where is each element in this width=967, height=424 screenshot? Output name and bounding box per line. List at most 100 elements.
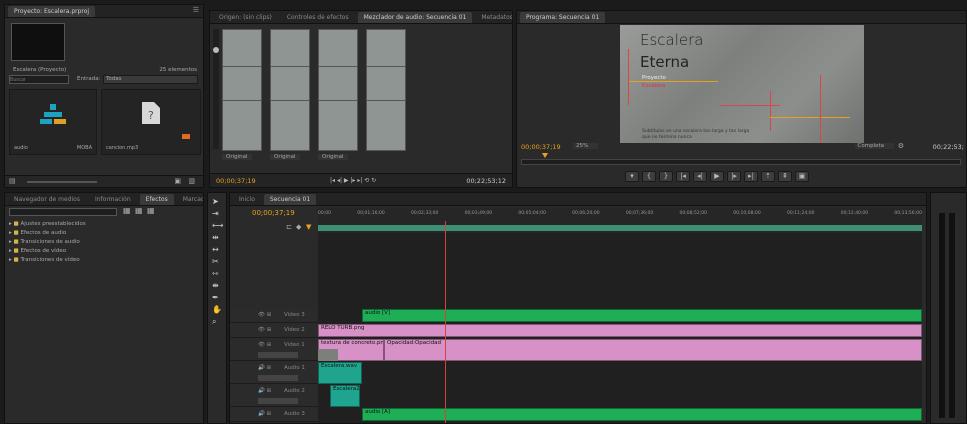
mixer-fader-strip[interactable] <box>213 29 219 149</box>
panel-menu-icon[interactable]: ☰ <box>193 6 199 14</box>
program-timecode[interactable]: 00;00;37;19 <box>521 143 561 151</box>
rate-stretch-tool-icon[interactable]: ↔ <box>212 245 223 254</box>
project-panel: Proyecto: Escalera.prproj ☰ Escalera (Pr… <box>4 4 204 188</box>
clip-label-icon <box>182 134 190 139</box>
playhead-icon[interactable] <box>542 153 548 158</box>
tools-panel: ➤ ⇥ ⟷ ⇹ ↔ ✂ ⇿ ⇼ ✒ ✋ ⌕ <box>207 192 227 424</box>
effects-folder[interactable]: ▸ ■ Transiciones de vídeo <box>9 257 86 266</box>
program-zoom-select[interactable]: 25% <box>573 143 599 149</box>
slide-tool-icon[interactable]: ⇼ <box>212 281 223 290</box>
clip-audio-2[interactable]: Escalera2 <box>330 385 360 407</box>
effects-folder[interactable]: ▸ ■ Ajustes preestablecidos <box>9 221 86 230</box>
accelerated-effects-icon[interactable]: ▦ <box>123 206 131 215</box>
timeline-playhead[interactable] <box>445 221 446 423</box>
tab-source[interactable]: Origen: (sin clips) <box>213 12 278 23</box>
caption-line1: Subtítulos en una escalera tan larga y t… <box>642 129 750 134</box>
lift-button[interactable]: ⇡ <box>761 171 775 182</box>
effects-folder[interactable]: ▸ ■ Efectos de audio <box>9 230 86 239</box>
tab-sequence[interactable]: Secuencia 01 <box>263 193 317 205</box>
delete-icon[interactable]: ▥ <box>188 177 195 185</box>
bin-item-name: audio <box>14 145 28 151</box>
work-area-bar[interactable] <box>318 225 922 231</box>
track-select-tool-icon[interactable]: ⇥ <box>212 209 223 218</box>
ruler-label: 00;13;56;00 <box>894 211 922 216</box>
yuv-effects-icon[interactable]: ▦ <box>147 206 155 215</box>
fader-knob[interactable] <box>213 47 219 53</box>
pen-tool-icon[interactable]: ✒ <box>212 293 223 302</box>
ruler-label: 00;10;08;00 <box>733 211 761 216</box>
channel-mode-select[interactable]: Original <box>222 154 252 160</box>
go-to-out-button[interactable]: ▸| <box>744 171 758 182</box>
project-search-input[interactable] <box>9 75 69 84</box>
ruler-label: 00;11;24;00 <box>786 211 815 216</box>
graphic-step-3 <box>770 117 850 118</box>
tab-info[interactable]: Información <box>89 194 137 205</box>
bin-item-cancion[interactable]: ? cancion.mp3 <box>101 89 201 155</box>
tab-home[interactable]: Inicio <box>233 194 261 205</box>
vu-meter-1 <box>222 29 262 151</box>
export-frame-button[interactable]: ▣ <box>795 171 809 182</box>
tools-list: ➤ ⇥ ⟷ ⇹ ↔ ✂ ⇿ ⇼ ✒ ✋ ⌕ <box>212 197 223 327</box>
settings-wrench-icon[interactable]: ⚙ <box>898 142 904 150</box>
tab-markers[interactable]: Marcadores <box>177 194 203 205</box>
tab-audio-mixer[interactable]: Mezclador de audio: Secuencia 01 <box>357 11 473 23</box>
play-button[interactable]: ▶ <box>710 171 724 182</box>
clip-audio-1[interactable]: Escalera.wav <box>318 362 362 384</box>
ruler-label: 00;07;36;00 <box>625 211 654 216</box>
tab-media-browser[interactable]: Navegador de medios <box>8 194 86 205</box>
tab-program[interactable]: Programa: Secuencia 01 <box>520 11 606 23</box>
channel-mode-select[interactable]: Original <box>270 154 300 160</box>
clip-video-1-b[interactable]: Opacidad:Opacidad <box>384 339 922 361</box>
project-footer: ▤ ▣ ▥ <box>5 175 203 187</box>
step-forward-button[interactable]: |▸ <box>727 171 741 182</box>
effects-search[interactable] <box>9 208 117 216</box>
mark-in-button[interactable]: { <box>642 171 656 182</box>
effects-panel: Navegador de medios Información Efectos … <box>4 192 204 424</box>
tab-effects[interactable]: Efectos <box>139 193 174 205</box>
effects-folder[interactable]: ▸ ■ Efectos de vídeo <box>9 248 86 257</box>
tab-effect-controls[interactable]: Controles de efectos <box>281 12 355 23</box>
program-scrubber[interactable] <box>521 153 961 165</box>
slip-tool-icon[interactable]: ⇿ <box>212 269 223 278</box>
project-thumbnail <box>11 23 65 61</box>
ruler-labels: 00;00 00;01;16;00 00;02;33;00 00;03;49;0… <box>318 211 922 216</box>
in-select[interactable]: Todas <box>103 75 198 84</box>
source-transport[interactable]: |◂ ◂| ▶ |▸ ▸| ⟲ ↻ <box>330 177 376 184</box>
zoom-tool-icon[interactable]: ⌕ <box>212 317 223 327</box>
effects-folder[interactable]: ▸ ■ Transiciones de audio <box>9 239 86 248</box>
list-view-icon[interactable]: ▤ <box>9 177 16 185</box>
step-back-button[interactable]: ◂| <box>693 171 707 182</box>
go-to-in-button[interactable]: |◂ <box>676 171 690 182</box>
graphic-step-2 <box>770 91 771 131</box>
clip-video-3[interactable]: audio [V] <box>362 309 922 322</box>
svg-text:?: ? <box>148 109 154 122</box>
tab-project[interactable]: Proyecto: Escalera.prproj <box>8 5 96 17</box>
timeline-ruler[interactable]: 00;00 00;01;16;00 00;02;33;00 00;03;49;0… <box>318 207 922 233</box>
add-marker-icon[interactable]: ◆ <box>296 223 301 231</box>
marker-button[interactable]: ▾ <box>625 171 639 182</box>
program-quality-select[interactable]: Completa <box>854 143 894 149</box>
razor-tool-icon[interactable]: ✂ <box>212 257 223 266</box>
program-viewer: Escalera Eterna Proyecto Escalera Subtít… <box>620 25 864 143</box>
rolling-edit-tool-icon[interactable]: ⇹ <box>212 233 223 242</box>
timeline-timecode[interactable]: 00;00;37;19 <box>252 209 295 217</box>
zoom-slider[interactable] <box>27 181 97 183</box>
32bit-effects-icon[interactable]: ▦ <box>135 206 143 215</box>
clip-audio-3[interactable]: audio [A] <box>362 408 922 421</box>
graphic-line-1 <box>628 81 718 82</box>
marker-icon[interactable]: ▼ <box>306 223 311 231</box>
ripple-edit-tool-icon[interactable]: ⟷ <box>212 221 223 230</box>
extract-button[interactable]: ⇞ <box>778 171 792 182</box>
snap-icon[interactable]: ⊏ <box>286 223 292 231</box>
hand-tool-icon[interactable]: ✋ <box>212 305 223 314</box>
clip-video-2[interactable]: RELO TURB.png <box>318 324 922 337</box>
source-timecode[interactable]: 00;00;37;19 <box>216 177 256 185</box>
channel-mode-select[interactable]: Original <box>318 154 348 160</box>
selection-tool-icon[interactable]: ➤ <box>212 197 223 206</box>
audio-mixer-panel: Origen: (sin clips) Controles de efectos… <box>209 10 513 188</box>
new-item-icon[interactable]: ▣ <box>174 177 181 185</box>
bin-item-audio[interactable]: audio MOBA <box>9 89 97 155</box>
title-line2: Eterna <box>640 53 690 71</box>
tab-metadata[interactable]: Metadatos <box>475 12 512 23</box>
mark-out-button[interactable]: } <box>659 171 673 182</box>
